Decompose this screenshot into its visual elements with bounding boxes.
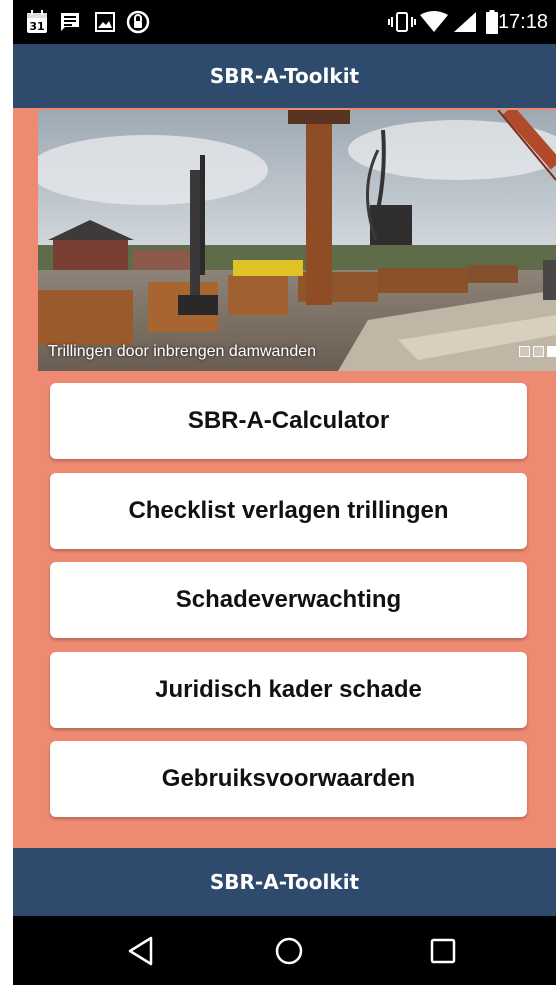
- svg-text:31: 31: [29, 20, 44, 33]
- signal-icon: [452, 9, 478, 35]
- home-icon[interactable]: [271, 933, 307, 969]
- construction-photo: [38, 110, 556, 371]
- system-nav-bar: [13, 916, 556, 985]
- status-bar: 31 17:18: [13, 0, 556, 44]
- carousel-dot[interactable]: [533, 346, 544, 357]
- juridisch-kader-button[interactable]: Juridisch kader schade: [50, 652, 527, 728]
- schadeverwachting-button[interactable]: Schadeverwachting: [50, 562, 527, 638]
- checklist-button[interactable]: Checklist verlagen trillingen: [50, 473, 527, 549]
- main-content: Trillingen door inbrengen damwanden SBR-…: [13, 108, 556, 848]
- app-bar: SBR-A-Toolkit: [13, 44, 556, 108]
- sbr-a-calculator-button[interactable]: SBR-A-Calculator: [50, 383, 527, 459]
- image-icon: [93, 9, 117, 35]
- sync-icon: [125, 9, 151, 35]
- carousel-dot[interactable]: [519, 346, 530, 357]
- wifi-icon: [420, 9, 448, 35]
- image-carousel[interactable]: Trillingen door inbrengen damwanden: [38, 110, 556, 371]
- back-icon[interactable]: [123, 933, 159, 969]
- status-time: 17:18: [497, 11, 548, 33]
- carousel-dot-active[interactable]: [547, 346, 556, 357]
- recents-icon[interactable]: [425, 933, 461, 969]
- device-screen: 31 17:18 SBR-A-Toolkit Trillingen door i…: [13, 0, 556, 985]
- footer-bar: SBR-A-Toolkit: [13, 848, 556, 916]
- carousel-caption: Trillingen door inbrengen damwanden: [48, 343, 317, 360]
- gebruiksvoorwaarden-button[interactable]: Gebruiksvoorwaarden: [50, 741, 527, 817]
- message-icon: [58, 9, 82, 35]
- calendar-icon: 31: [25, 9, 49, 35]
- vibrate-icon: [387, 9, 417, 35]
- carousel-indicator[interactable]: [519, 346, 556, 357]
- footer-title: SBR-A-Toolkit: [209, 870, 360, 894]
- app-title: SBR-A-Toolkit: [209, 64, 360, 88]
